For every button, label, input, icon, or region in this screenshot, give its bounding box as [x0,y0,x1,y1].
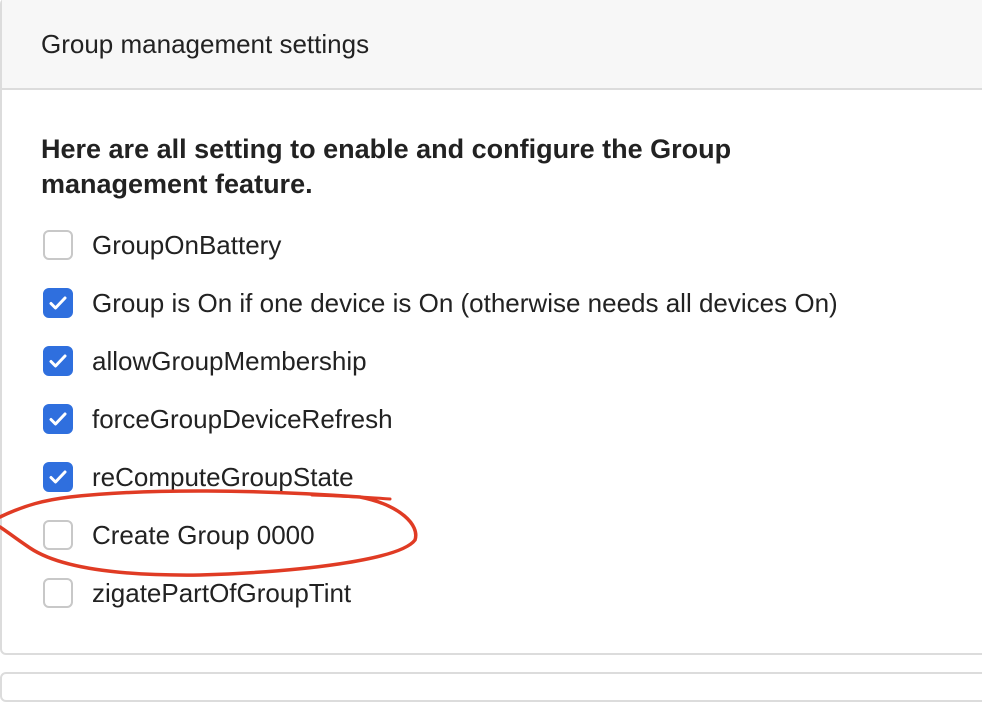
checkbox[interactable] [43,288,73,318]
checkbox[interactable] [43,462,73,492]
intro-text: Here are all setting to enable and confi… [41,134,732,199]
checkbox[interactable] [43,520,73,550]
card-header: Group management settings [2,0,982,90]
checkbox[interactable] [43,404,73,434]
checkbox[interactable] [43,346,73,376]
option-label: Group is On if one device is On (otherwi… [92,288,838,318]
option-label: zigatePartOfGroupTint [92,578,352,608]
option-group-on-battery[interactable]: GroupOnBattery [43,228,281,262]
check-icon [49,296,67,310]
option-recompute-group-state[interactable]: reComputeGroupState [43,460,354,494]
checkbox[interactable] [43,230,73,260]
checkbox[interactable] [43,578,73,608]
card-title: Group management settings [41,29,370,59]
option-create-group-0000[interactable]: Create Group 0000 [43,518,315,552]
settings-card: Group management settings Here are all s… [0,0,982,655]
check-icon [49,470,67,484]
option-zigate-part-of-group-tint[interactable]: zigatePartOfGroupTint [43,576,351,610]
option-label: Create Group 0000 [92,520,315,550]
check-icon [49,412,67,426]
check-icon [49,354,67,368]
next-card-edge [0,672,982,702]
option-label: allowGroupMembership [92,346,367,376]
option-group-on-if-one-device-on[interactable]: Group is On if one device is On (otherwi… [43,286,838,320]
option-label: reComputeGroupState [92,462,354,492]
option-force-group-device-refresh[interactable]: forceGroupDeviceRefresh [43,402,393,436]
option-label: GroupOnBattery [92,230,282,260]
option-allow-group-membership[interactable]: allowGroupMembership [43,344,367,378]
option-label: forceGroupDeviceRefresh [92,404,393,434]
